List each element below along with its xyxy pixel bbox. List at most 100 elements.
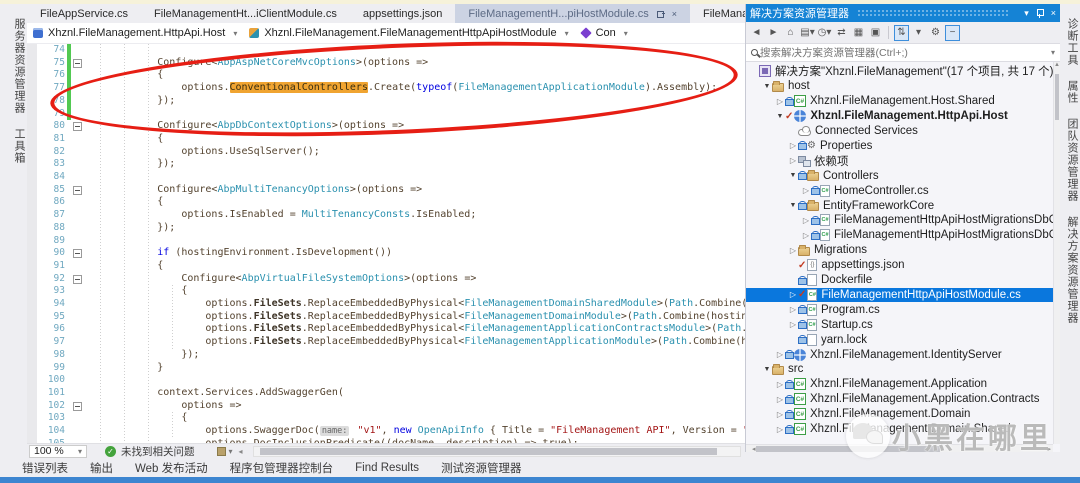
collapse-icon[interactable]: ▼ <box>788 202 798 209</box>
search-input[interactable] <box>760 47 1048 59</box>
scroll-left-icon[interactable]: ◂ <box>239 447 243 456</box>
chevron-down-icon[interactable]: ▾ <box>233 29 237 38</box>
code-line-102[interactable]: options => <box>85 400 745 413</box>
tree-row[interactable]: ✓{}appsettings.json <box>746 258 1053 273</box>
scrollbar-thumb[interactable] <box>756 446 940 452</box>
tree-row[interactable]: ▼EntityFrameworkCore <box>746 198 1053 213</box>
code-cleanup-icon[interactable] <box>217 447 226 456</box>
document-tab-2[interactable]: appsettings.json <box>350 4 456 23</box>
code-line-94[interactable]: options.FileSets.ReplaceEmbeddedByPhysic… <box>85 298 745 311</box>
tree-row[interactable]: Connected Services <box>746 124 1053 139</box>
tree-horizontal-scrollbar[interactable]: ◂ ▸ <box>746 444 1053 452</box>
code-line-96[interactable]: options.FileSets.ReplaceEmbeddedByPhysic… <box>85 323 745 336</box>
bottom-panel-tab-1[interactable]: 输出 <box>90 460 113 476</box>
close-icon[interactable]: × <box>672 9 677 19</box>
tree-row[interactable]: ▷依赖项 <box>746 153 1053 168</box>
expand-icon[interactable]: ▷ <box>788 290 798 299</box>
close-icon[interactable]: × <box>1051 8 1056 18</box>
expand-icon[interactable]: ▷ <box>801 231 811 240</box>
tree-row[interactable]: ▷✓C#FileManagementHttpApiHostModule.cs <box>746 288 1053 303</box>
code-line-91[interactable]: { <box>85 260 745 273</box>
tree-row[interactable]: ▷C#FileManagementHttpApiHostMigrationsDb… <box>746 228 1053 243</box>
fold-collapse-box[interactable] <box>73 249 82 258</box>
solution-explorer-title-bar[interactable]: 解决方案资源管理器 ▾ × <box>746 4 1060 22</box>
chevron-down-icon[interactable]: ▾ <box>565 29 569 38</box>
zoom-level-dropdown[interactable]: 100 % ▾ <box>29 445 87 458</box>
expand-icon[interactable]: ▷ <box>775 395 785 404</box>
tree-row[interactable]: ▷C#FileManagementHttpApiHostMigrationsDb… <box>746 213 1053 228</box>
collapse-icon[interactable]: ▼ <box>762 366 772 373</box>
tree-row[interactable]: Dockerfile <box>746 273 1053 288</box>
tree-row[interactable]: ▷C#Xhznl.FileManagement.Domain <box>746 407 1053 422</box>
sync-with-active-document-icon[interactable]: ⇅ <box>894 25 909 41</box>
code-line-98[interactable]: }); <box>85 349 745 362</box>
code-line-104[interactable]: options.SwaggerDoc(name: "v1", new OpenA… <box>85 425 745 438</box>
home-icon[interactable]: ⌂ <box>783 25 798 41</box>
bottom-panel-tab-0[interactable]: 错误列表 <box>22 460 68 476</box>
document-tab-4[interactable]: FileManagem <box>690 4 745 23</box>
tree-row[interactable]: yarn.lock <box>746 332 1053 347</box>
code-editor-body[interactable]: 7475 Configure<AbpAspNetCoreMvcOptions>(… <box>27 44 745 443</box>
code-line-88[interactable]: }); <box>85 222 745 235</box>
pin-icon[interactable] <box>1036 9 1044 18</box>
tool-window-tab-0[interactable]: 诊断工具 <box>1060 18 1080 66</box>
fold-collapse-box[interactable] <box>73 59 82 68</box>
tree-row[interactable]: ▷Xhznl.FileManagement.IdentityServer <box>746 347 1053 362</box>
expand-icon[interactable]: ▷ <box>788 156 798 165</box>
switch-views-icon[interactable]: ▤▾ <box>800 25 815 41</box>
solution-search-box[interactable]: ▾ <box>746 44 1060 62</box>
tree-row[interactable]: ▼Controllers <box>746 168 1053 183</box>
code-line-77[interactable]: options.ConventionalControllers.Create(t… <box>85 82 745 95</box>
expand-icon[interactable]: ▷ <box>788 305 798 314</box>
breadcrumb-item-0[interactable]: Xhznl.FileManagement.HttpApi.Host▾ <box>33 27 243 39</box>
code-line-75[interactable]: Configure<AbpAspNetCoreMvcOptions>(optio… <box>85 57 745 70</box>
expand-icon[interactable]: ▷ <box>801 216 811 225</box>
expand-icon[interactable]: ▷ <box>788 246 798 255</box>
fold-collapse-box[interactable] <box>73 186 82 195</box>
chevron-down-icon[interactable]: ▾ <box>229 447 233 456</box>
tree-row[interactable]: ▼src <box>746 362 1053 377</box>
scroll-left-icon[interactable]: ◂ <box>752 445 756 453</box>
code-line-93[interactable]: { <box>85 285 745 298</box>
collapse-icon[interactable]: ▼ <box>775 113 785 120</box>
expand-icon[interactable]: ▷ <box>775 380 785 389</box>
tree-vertical-scrollbar[interactable]: ▲ <box>1053 62 1060 444</box>
code-line-86[interactable]: { <box>85 196 745 209</box>
tree-row[interactable]: ▷C#HomeController.cs <box>746 183 1053 198</box>
tree-row[interactable]: ▷C#Xhznl.FileManagement.Domain.Shared <box>746 422 1053 437</box>
window-position-icon[interactable]: ▾ <box>1024 8 1029 19</box>
code-line-83[interactable]: }); <box>85 158 745 171</box>
pin-icon[interactable] <box>657 10 665 18</box>
collapse-icon[interactable]: ▼ <box>788 172 798 179</box>
expand-icon[interactable]: ▷ <box>775 97 785 106</box>
tree-row[interactable]: ▷C#Xhznl.FileManagement.Application <box>746 377 1053 392</box>
code-line-87[interactable]: options.IsEnabled = MultiTenancyConsts.I… <box>85 209 745 222</box>
collapse-icon[interactable]: ▼ <box>762 83 772 90</box>
tool-window-tab-1[interactable]: 属性 <box>1060 80 1080 104</box>
tree-row[interactable]: ▷C#Xhznl.FileManagement.Application.Cont… <box>746 392 1053 407</box>
editor-horizontal-scrollbar[interactable] <box>253 446 741 457</box>
tree-row[interactable]: ▷C#Xhznl.FileManagement.Host.Shared <box>746 94 1053 109</box>
preview-selected-items-icon[interactable]: − <box>945 25 960 41</box>
tree-row[interactable]: ▷Migrations <box>746 243 1053 258</box>
scrollbar-thumb[interactable] <box>260 448 717 455</box>
code-line-95[interactable]: options.FileSets.ReplaceEmbeddedByPhysic… <box>85 311 745 324</box>
code-line-78[interactable]: }); <box>85 95 745 108</box>
breadcrumb-item-2[interactable]: Con▾ <box>581 27 634 39</box>
tool-window-tab-2[interactable]: 团队资源管理器 <box>1060 118 1080 202</box>
fold-collapse-box[interactable] <box>73 122 82 131</box>
code-line-101[interactable]: context.Services.AddSwaggerGen( <box>85 387 745 400</box>
properties-icon[interactable]: ▣ <box>868 25 883 41</box>
tree-row[interactable]: ▼host <box>746 79 1053 94</box>
code-line-92[interactable]: Configure<AbpVirtualFileSystemOptions>(o… <box>85 273 745 286</box>
tree-row[interactable]: ▷C#Startup.cs <box>746 317 1053 332</box>
breadcrumb-item-1[interactable]: Xhznl.FileManagement.FileManagementHttpA… <box>249 27 574 39</box>
code-line-81[interactable]: { <box>85 133 745 146</box>
back-icon[interactable]: ◄ <box>749 25 764 41</box>
fold-collapse-box[interactable] <box>73 275 82 284</box>
refresh-icon[interactable]: ⇄ <box>834 25 849 41</box>
chevron-down-icon[interactable]: ▾ <box>1051 48 1055 57</box>
scroll-right-icon[interactable]: ▸ <box>1047 445 1051 453</box>
forward-icon[interactable]: ► <box>766 25 781 41</box>
document-tab-3[interactable]: FileManagementH...piHostModule.cs× <box>455 4 690 23</box>
